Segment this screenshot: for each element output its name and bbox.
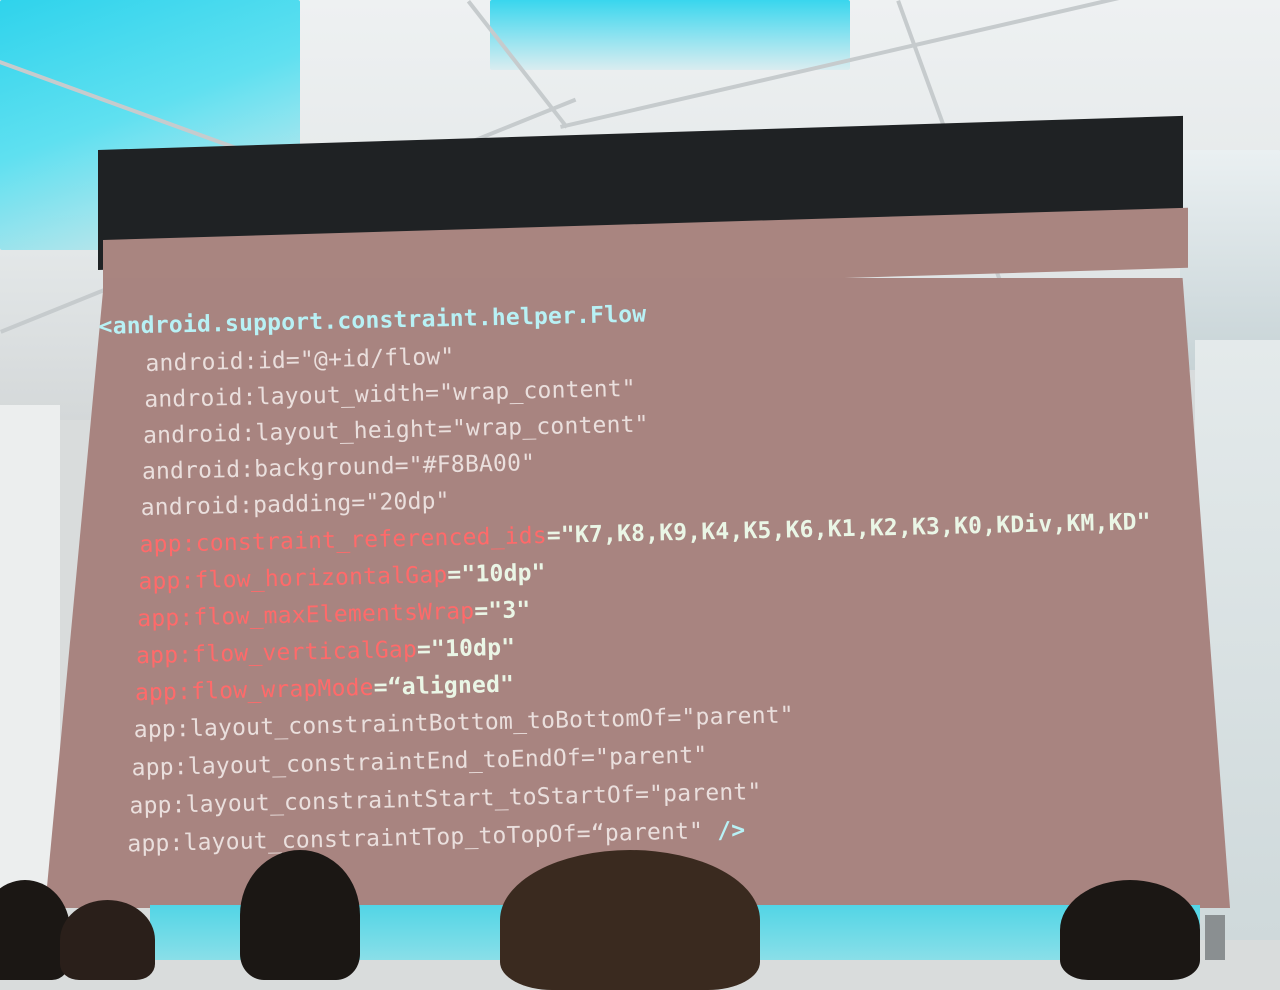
audience-head [60, 900, 155, 980]
audience-head [240, 850, 360, 980]
code-line: app:layout_constraintBottom_toBottomOf="… [133, 702, 794, 743]
code-line: app:layout_constraintEnd_toEndOf="parent… [131, 742, 707, 781]
audience-head [500, 850, 760, 990]
code-line: android:id="@+id/flow" [145, 344, 455, 377]
code-text: android:background="#F8BA00" [141, 450, 536, 486]
attribute-value: ="3" [474, 597, 531, 625]
code-text: android:padding="20dp" [140, 488, 450, 522]
code-line: android:padding="20dp" [140, 488, 450, 521]
code-line: android:layout_width="wrap_content" [144, 376, 636, 413]
attribute-name: app:flow_wrapMode [134, 674, 374, 707]
attribute-name: app:constraint_referenced_ids [139, 522, 548, 559]
wall-left [0, 405, 60, 905]
code-line-highlighted: app:flow_maxElementsWrap="3" [137, 597, 531, 632]
code-text: app:layout_constraintEnd_toEndOf="parent… [131, 742, 708, 782]
attribute-name: app:flow_horizontalGap [138, 562, 448, 596]
audience-head [1060, 880, 1200, 980]
code-line-highlighted: app:flow_horizontalGap="10dp" [138, 560, 546, 595]
attribute-name: app:flow_verticalGap [135, 636, 418, 670]
code-text: android:layout_height="wrap_content" [142, 411, 649, 450]
closing-tag: /> [702, 817, 746, 845]
code-block: <android.support.constraint.helper.Flow … [98, 275, 1210, 858]
code-line-highlighted: app:flow_verticalGap="10dp" [136, 635, 516, 670]
code-line-highlighted: app:flow_wrapMode=“aligned" [135, 672, 515, 707]
stage-pole [1205, 915, 1225, 960]
attribute-name: app:flow_maxElementsWrap [136, 598, 475, 633]
attribute-value: ="K7,K8,K9,K4,K5,K6,K1,K2,K3,K0,KDiv,KM,… [546, 509, 1152, 549]
code-line: android:background="#F8BA00" [142, 450, 536, 485]
attribute-value: ="10dp" [416, 634, 516, 663]
code-line: android:layout_height="wrap_content" [143, 412, 649, 449]
ceiling-light-center [490, 0, 850, 70]
attribute-value: =“aligned" [373, 671, 515, 701]
attribute-value: ="10dp" [447, 559, 546, 589]
code-text: android:id="@+id/flow" [145, 343, 455, 377]
code-line: app:layout_constraintStart_toStartOf="pa… [129, 779, 762, 819]
code-text: <android.support.constraint.helper.Flow [98, 301, 647, 340]
code-text: android:layout_width="wrap_content" [143, 375, 637, 413]
code-text: app:layout_constraintBottom_toBottomOf="… [133, 702, 795, 744]
code-text: app:layout_constraintStart_toStartOf="pa… [129, 779, 762, 820]
code-line: <android.support.constraint.helper.Flow [98, 302, 646, 340]
